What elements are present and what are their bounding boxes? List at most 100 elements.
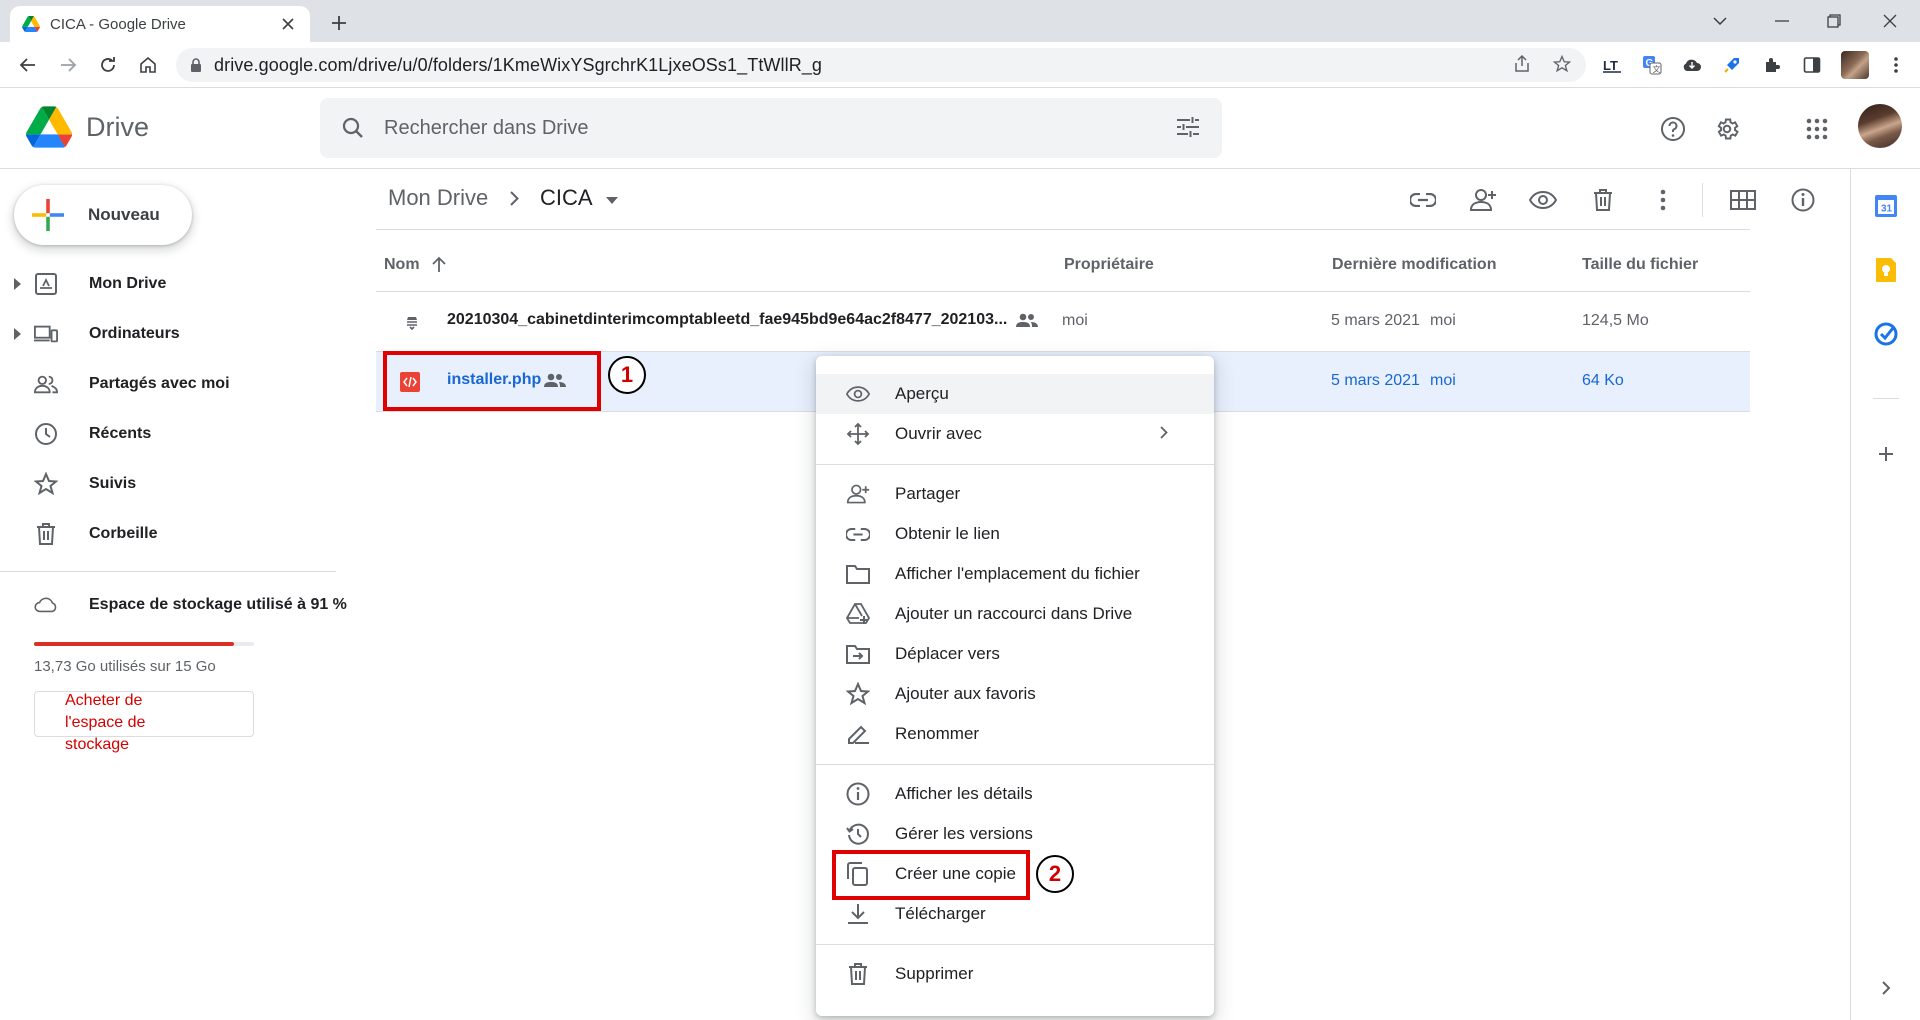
my-drive-icon — [34, 272, 58, 296]
drive-logo[interactable]: Drive — [26, 106, 149, 148]
new-tab-icon[interactable] — [325, 9, 353, 37]
restore-icon[interactable] — [1814, 6, 1854, 36]
profile-avatar[interactable] — [1838, 51, 1872, 79]
breadcrumb-root[interactable]: Mon Drive — [388, 185, 488, 211]
file-modified-by: moi — [1430, 372, 1456, 389]
details-info-icon[interactable] — [1788, 185, 1818, 215]
share-person-add-icon[interactable] — [1468, 185, 1498, 215]
browser-tab[interactable]: CICA - Google Drive — [10, 6, 310, 42]
menu-divider — [816, 764, 1214, 765]
buy-storage-button[interactable]: Acheter de l'espace de stockage — [34, 691, 254, 753]
grid-view-icon[interactable] — [1728, 185, 1758, 215]
delete-trash-icon[interactable] — [1588, 185, 1618, 215]
search-options-icon[interactable] — [1176, 116, 1200, 138]
menu-item-download[interactable]: Télécharger — [816, 894, 1214, 934]
calendar-icon[interactable]: 31 — [1873, 193, 1899, 219]
extension-lt-icon[interactable]: LT — [1598, 51, 1626, 79]
side-panel-divider — [1873, 398, 1899, 399]
eye-icon — [846, 382, 870, 406]
menu-item-show-location[interactable]: Afficher l'emplacement du fichier — [816, 554, 1214, 594]
search-input[interactable] — [384, 116, 1144, 140]
apps-grid-icon[interactable] — [1800, 112, 1834, 146]
menu-item-delete[interactable]: Supprimer — [816, 954, 1214, 994]
sidebar-item-label: Corbeille — [89, 525, 158, 542]
drive-logo-icon — [26, 106, 72, 148]
menu-item-add-shortcut[interactable]: Ajouter un raccourci dans Drive — [816, 594, 1214, 634]
file-name[interactable]: 20210304_cabinetdinterimcomptableetd_fae… — [447, 311, 1007, 329]
settings-gear-icon[interactable] — [1710, 112, 1744, 146]
menu-item-versions[interactable]: Gérer les versions — [816, 814, 1214, 854]
column-name[interactable]: Nom — [384, 256, 420, 274]
sidebar-divider — [0, 571, 336, 572]
column-owner[interactable]: Propriétaire — [1064, 256, 1154, 274]
menu-item-move-to[interactable]: Déplacer vers — [816, 634, 1214, 674]
menu-item-label: Supprimer — [895, 964, 974, 983]
menu-item-label: Afficher les détails — [895, 784, 1033, 803]
home-icon[interactable] — [134, 51, 162, 79]
menu-item-preview[interactable]: Aperçu — [816, 374, 1214, 414]
bookmark-star-icon[interactable] — [1548, 50, 1576, 78]
more-actions-icon[interactable] — [1648, 185, 1678, 215]
tab-title: CICA - Google Drive — [50, 15, 186, 33]
tab-close-icon[interactable] — [278, 14, 298, 34]
sidebar-item-recent[interactable]: Récents — [0, 411, 336, 457]
table-row[interactable]: 20210304_cabinetdinterimcomptableetd_fae… — [376, 292, 1750, 352]
computers-icon — [34, 322, 58, 346]
sidebar-item-trash[interactable]: Corbeille — [0, 511, 336, 557]
forward-arrow-icon[interactable] — [54, 51, 82, 79]
folder-dropdown-icon[interactable] — [606, 197, 618, 204]
search-bar[interactable] — [320, 98, 1222, 158]
menu-item-add-favorite[interactable]: Ajouter aux favoris — [816, 674, 1214, 714]
menu-item-get-link[interactable]: Obtenir le lien — [816, 514, 1214, 554]
tab-search-chevron-icon[interactable] — [1700, 6, 1740, 36]
breadcrumb-current[interactable]: CICA — [540, 185, 593, 211]
sidebar-item-computers[interactable]: Ordinateurs — [0, 311, 336, 357]
reload-icon[interactable] — [94, 51, 122, 79]
get-link-icon[interactable] — [1408, 185, 1438, 215]
search-icon[interactable] — [342, 117, 364, 139]
sidebar-item-shared[interactable]: Partagés avec moi — [0, 361, 336, 407]
account-avatar[interactable] — [1858, 104, 1902, 148]
move-to-icon — [846, 642, 870, 666]
column-size[interactable]: Taille du fichier — [1582, 256, 1698, 274]
browser-menu-icon[interactable] — [1882, 51, 1910, 79]
expand-arrow-icon[interactable] — [14, 328, 21, 340]
new-button[interactable]: Nouveau — [14, 185, 192, 245]
side-panel-icon[interactable] — [1798, 51, 1826, 79]
extensions-puzzle-icon[interactable] — [1758, 51, 1786, 79]
history-icon — [846, 822, 870, 846]
share-page-icon[interactable] — [1508, 50, 1536, 78]
clock-icon — [34, 422, 58, 446]
help-icon[interactable] — [1656, 112, 1690, 146]
sidebar-item-label: Ordinateurs — [89, 325, 180, 342]
menu-item-details[interactable]: Afficher les détails — [816, 774, 1214, 814]
preview-eye-icon[interactable] — [1528, 185, 1558, 215]
extension-rocket-icon[interactable] — [1718, 51, 1746, 79]
extension-translate-icon[interactable]: G文 — [1638, 51, 1666, 79]
keep-icon[interactable] — [1873, 257, 1899, 283]
minimize-icon[interactable] — [1762, 6, 1802, 36]
submenu-chevron-icon — [1160, 426, 1168, 439]
extension-cloud-icon[interactable] — [1678, 51, 1706, 79]
address-field[interactable]: drive.google.com/drive/u/0/folders/1KmeW… — [176, 48, 1586, 82]
column-modified[interactable]: Dernière modification — [1332, 256, 1496, 274]
menu-item-share[interactable]: Partager — [816, 474, 1214, 514]
expand-panel-chevron-icon[interactable] — [1873, 975, 1899, 1001]
annotation-highlight-box-2 — [832, 850, 1030, 900]
menu-item-open-with[interactable]: Ouvrir avec — [816, 414, 1214, 454]
menu-item-rename[interactable]: Renommer — [816, 714, 1214, 754]
expand-arrow-icon[interactable] — [14, 278, 21, 290]
add-addon-plus-icon[interactable] — [1873, 441, 1899, 467]
menu-item-label: Télécharger — [895, 904, 986, 923]
sidebar-item-starred[interactable]: Suivis — [0, 461, 336, 507]
back-arrow-icon[interactable] — [14, 51, 42, 79]
toolbar-divider — [1702, 183, 1703, 217]
lock-icon[interactable] — [190, 57, 202, 73]
breadcrumb-chevron-icon — [510, 191, 519, 206]
window-close-icon[interactable] — [1870, 6, 1910, 36]
tasks-icon[interactable] — [1873, 321, 1899, 347]
sort-arrow-up-icon[interactable] — [432, 256, 446, 272]
sidebar-item-my-drive[interactable]: Mon Drive — [0, 261, 336, 307]
sidebar-item-label: Récents — [89, 425, 152, 442]
sidebar-item-storage[interactable]: Espace de stockage utilisé à 91 % — [0, 582, 347, 628]
